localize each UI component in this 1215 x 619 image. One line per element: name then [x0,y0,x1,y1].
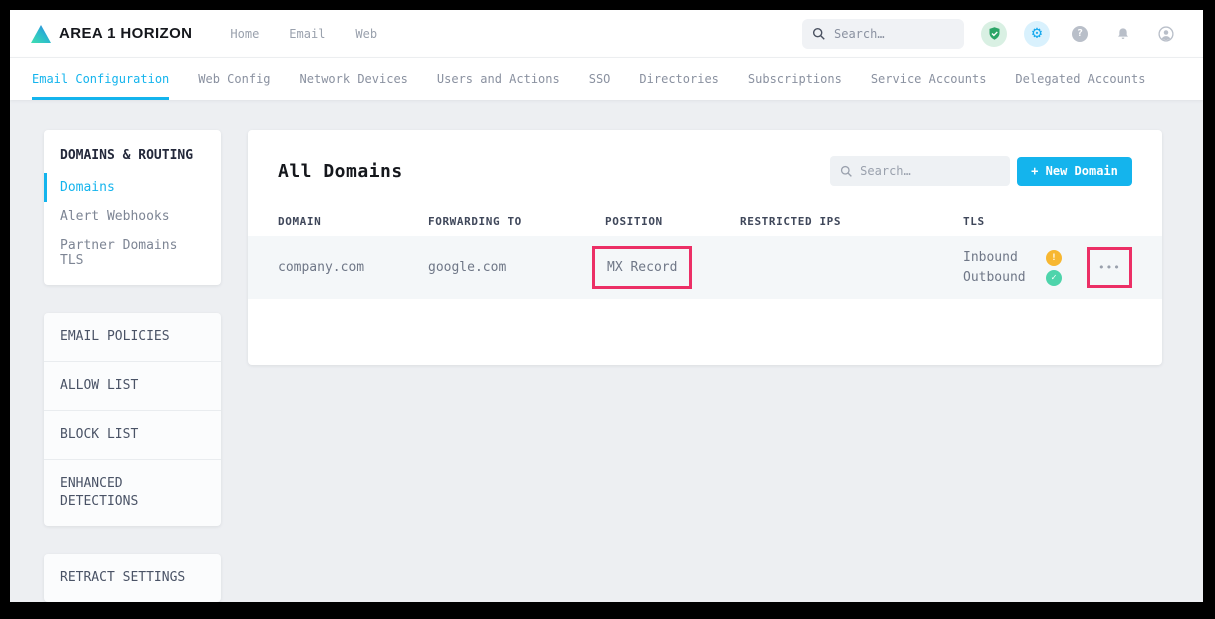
position-value: MX Record [607,260,677,275]
row-menu-button[interactable]: ••• [1098,261,1121,274]
column-header-forwarding-to: FORWARDING TO [428,215,605,228]
tab-email-configuration[interactable]: Email Configuration [32,58,169,100]
table-header-row: DOMAIN FORWARDING TO POSITION RESTRICTED… [248,206,1162,236]
account-button[interactable] [1153,21,1179,47]
card-header-actions: + New Domain [830,156,1132,186]
domain-search-input[interactable] [860,164,1000,178]
top-bar-right: ⚙ ? [802,19,1179,49]
sidebar-item-retract-settings[interactable]: RETRACT SETTINGS [44,554,221,602]
sidebar-item-enhanced-detections[interactable]: ENHANCED DETECTIONS [44,460,221,526]
section-tabs: Email Configuration Web Config Network D… [10,58,1203,100]
bell-icon [1115,26,1131,42]
tab-web-config[interactable]: Web Config [198,58,270,100]
position-annotation-box: MX Record [592,246,692,289]
new-domain-button[interactable]: + New Domain [1017,157,1132,186]
check-icon: ✓ [1046,270,1062,286]
tab-users-and-actions[interactable]: Users and Actions [437,58,560,100]
search-icon [840,165,853,178]
domain-cell: company.com [278,260,428,275]
sidebar-item-allow-list[interactable]: ALLOW LIST [44,362,221,411]
content-area: DOMAINS & ROUTING Domains Alert Webhooks… [10,100,1203,602]
gear-icon: ⚙ [1032,25,1042,42]
search-icon [812,27,826,41]
logo[interactable]: AREA 1 HORIZON [30,24,192,44]
tab-sso[interactable]: SSO [589,58,611,100]
logo-text: AREA 1 HORIZON [59,25,192,42]
nav-item-home[interactable]: Home [230,27,259,41]
tab-delegated-accounts[interactable]: Delegated Accounts [1015,58,1145,100]
tls-inbound-row: Inbound ! [963,250,1062,266]
domains-routing-card: DOMAINS & ROUTING Domains Alert Webhooks… [44,130,221,285]
sidebar: DOMAINS & ROUTING Domains Alert Webhooks… [44,130,221,602]
domain-search[interactable] [830,156,1010,186]
row-menu-annotation-box: ••• [1087,247,1132,288]
forwarding-to-cell: google.com [428,260,605,275]
tab-network-devices[interactable]: Network Devices [300,58,408,100]
tls-inbound-label: Inbound [963,250,1046,265]
column-header-restricted-ips: RESTRICTED IPS [740,215,963,228]
policies-card: EMAIL POLICIES ALLOW LIST BLOCK LIST ENH… [44,313,221,526]
warning-icon: ! [1046,250,1062,266]
user-icon [1157,25,1175,43]
nav-item-email[interactable]: Email [289,27,325,41]
page-title: All Domains [278,161,403,182]
sidebar-item-domains[interactable]: Domains [44,173,221,202]
global-search-input[interactable] [834,27,954,41]
sidebar-section-title: DOMAINS & ROUTING [44,144,221,173]
tls-outbound-label: Outbound [963,270,1046,285]
column-header-tls: TLS [963,215,1132,228]
retract-settings-card: RETRACT SETTINGS [44,554,221,602]
notifications-button[interactable] [1110,21,1136,47]
tab-subscriptions[interactable]: Subscriptions [748,58,842,100]
card-header: All Domains + New Domain [248,130,1162,206]
logo-triangle-icon [30,24,52,44]
nav-item-web[interactable]: Web [355,27,377,41]
sidebar-item-alert-webhooks[interactable]: Alert Webhooks [44,202,221,231]
tls-outbound-row: Outbound ✓ [963,270,1062,286]
settings-button[interactable]: ⚙ [1024,21,1050,47]
sidebar-item-partner-domains-tls[interactable]: Partner Domains TLS [44,231,221,275]
help-icon: ? [1072,26,1088,42]
column-header-position: POSITION [605,215,740,228]
column-header-domain: DOMAIN [278,215,428,228]
tls-cell: Inbound ! Outbound ✓ ••• [963,247,1132,288]
position-cell: MX Record [605,246,740,289]
tab-directories[interactable]: Directories [639,58,718,100]
tab-service-accounts[interactable]: Service Accounts [871,58,987,100]
top-bar: AREA 1 HORIZON Home Email Web ⚙ ? [10,10,1203,58]
shield-check-icon [987,26,1002,41]
app-window: AREA 1 HORIZON Home Email Web ⚙ ? [10,10,1203,602]
security-status-button[interactable] [981,21,1007,47]
table-row: company.com google.com MX Record Inbound… [248,236,1162,299]
all-domains-card: All Domains + New Domain DOMAIN FORWARDI… [248,130,1162,365]
help-button[interactable]: ? [1067,21,1093,47]
sidebar-item-block-list[interactable]: BLOCK LIST [44,411,221,460]
global-search[interactable] [802,19,964,49]
sidebar-item-email-policies[interactable]: EMAIL POLICIES [44,313,221,362]
tls-status-list: Inbound ! Outbound ✓ [963,250,1062,286]
top-nav: Home Email Web [230,27,377,41]
